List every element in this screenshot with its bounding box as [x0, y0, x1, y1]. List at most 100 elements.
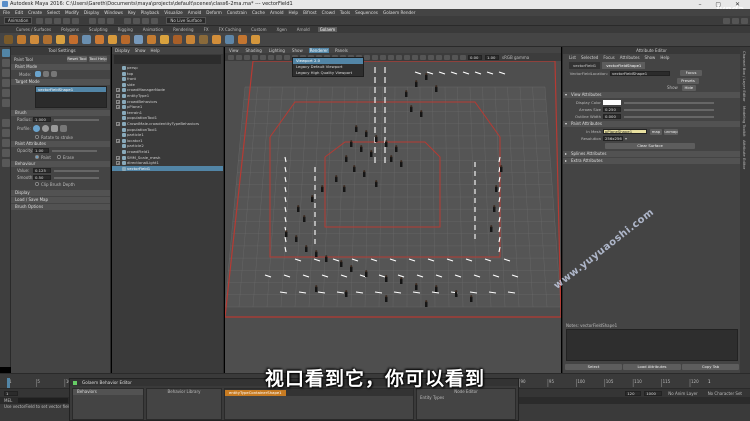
display-color-swatch[interactable]: [603, 100, 621, 105]
viewport-tool-icon[interactable]: [412, 54, 418, 60]
ae-menu-item[interactable]: List: [569, 55, 576, 60]
viewport-tool-icon[interactable]: [236, 54, 242, 60]
focus-button[interactable]: Focus: [680, 70, 702, 76]
viewport-menu-item[interactable]: View: [228, 48, 240, 53]
shelf-tool-icon[interactable]: [95, 35, 104, 44]
smooth-field[interactable]: 0.50: [33, 175, 51, 180]
viewport-menu-item[interactable]: Renderer: [308, 47, 329, 53]
arrows-size-field[interactable]: 0.250: [603, 107, 621, 112]
notes-field[interactable]: [566, 329, 738, 361]
shelf-tool-icon[interactable]: [199, 35, 208, 44]
side-tab[interactable]: Attribute Editor: [742, 140, 747, 169]
ae-tab[interactable]: vectorFieldShape1: [602, 61, 646, 69]
shelf-tool-icon[interactable]: [173, 35, 182, 44]
anim-end-field[interactable]: 1000: [644, 390, 663, 396]
shelf-tab[interactable]: Sculpting: [87, 27, 110, 32]
paint-select-icon[interactable]: [1, 69, 10, 77]
snap-point-icon[interactable]: [142, 17, 150, 24]
shelf-tab[interactable]: Arnold: [295, 27, 312, 32]
shelf-tab[interactable]: Curves / Surfaces: [14, 27, 53, 32]
ipr-icon[interactable]: [732, 17, 739, 24]
viewport-tool-icon[interactable]: [420, 54, 426, 60]
ae-menu-item[interactable]: Show: [645, 55, 656, 60]
shelf-tab[interactable]: Golaem: [317, 27, 338, 32]
outliner-menu-item[interactable]: Help: [151, 48, 160, 53]
shelf-tool-icon[interactable]: [186, 35, 195, 44]
shelf-tool-icon[interactable]: [160, 35, 169, 44]
brush-profile-icon[interactable]: [60, 125, 67, 132]
menu-item[interactable]: Cache: [252, 10, 265, 15]
extra-section[interactable]: Extra Attributes: [563, 158, 740, 164]
menu-item[interactable]: Display: [84, 10, 99, 15]
live-surface-field[interactable]: No Live Surface: [166, 17, 206, 24]
reset-tool-button[interactable]: Reset Tool: [67, 56, 87, 62]
expand-icon[interactable]: +: [116, 88, 120, 93]
undo-icon[interactable]: [63, 17, 71, 24]
script-language[interactable]: MEL: [4, 398, 18, 403]
tool-help-button[interactable]: Tool Help: [89, 56, 107, 62]
unmap-button[interactable]: unmap: [664, 128, 678, 135]
outline-width-slider[interactable]: [624, 115, 714, 118]
target-item[interactable]: vectorFieldShape1: [36, 87, 106, 92]
menu-item[interactable]: Edit: [15, 10, 23, 15]
viewport-tool-icon[interactable]: [244, 54, 250, 60]
menu-item[interactable]: File: [3, 10, 10, 15]
select-hierarchy-icon[interactable]: [89, 17, 97, 24]
node-field[interactable]: vectorFieldShape1: [610, 70, 670, 76]
viewport-tool-icon[interactable]: [284, 54, 290, 60]
ae-menu-item[interactable]: Help: [660, 55, 669, 60]
expand-icon[interactable]: +: [116, 105, 120, 110]
viewport-tool-icon[interactable]: [404, 54, 410, 60]
lasso-tool-icon[interactable]: [1, 59, 10, 67]
view-attributes-section[interactable]: View Attributes: [563, 92, 740, 98]
value-field[interactable]: 0.125: [33, 168, 51, 173]
shelf-tool-icon[interactable]: [225, 35, 234, 44]
viewport-tool-icon[interactable]: [452, 54, 458, 60]
side-tab[interactable]: Modeling Toolkit: [742, 106, 747, 137]
opacity-field[interactable]: 1.00: [33, 148, 49, 153]
shelf-tab[interactable]: FX: [202, 27, 211, 32]
snap-curve-icon[interactable]: [133, 17, 141, 24]
viewport-tool-icon[interactable]: [268, 54, 274, 60]
shelf-tab[interactable]: Xgen: [274, 27, 288, 32]
menu-item[interactable]: Constrain: [227, 10, 247, 15]
side-tab[interactable]: Channel Box / Layer Editor: [742, 51, 747, 102]
expand-icon[interactable]: +: [116, 155, 120, 160]
radius-field[interactable]: 1.000: [33, 117, 51, 122]
menu-item[interactable]: Windows: [104, 10, 123, 15]
in-mesh-field[interactable]: pPlaneShape1: [603, 129, 647, 134]
outliner-menu-item[interactable]: Display: [115, 48, 130, 53]
ae-menu-item[interactable]: Selected: [581, 55, 598, 60]
frame-field[interactable]: 0.00: [468, 54, 482, 60]
renderer-option[interactable]: Legacy High Quality Viewport: [293, 70, 363, 76]
shelf-tool-icon[interactable]: [251, 35, 260, 44]
paint-radio[interactable]: [35, 155, 39, 159]
shelf-tool-icon[interactable]: [69, 35, 78, 44]
erase-radio[interactable]: [56, 155, 61, 159]
shelf-tab[interactable]: Animation: [141, 27, 165, 32]
paint-mode-icon[interactable]: [35, 71, 41, 77]
range-end-field[interactable]: 120: [625, 390, 642, 396]
shelf-tab[interactable]: Rigging: [116, 27, 135, 32]
viewport[interactable]: View Shading Lighting Show Renderer Panels 0.…: [225, 47, 561, 373]
menu-item[interactable]: Help: [289, 10, 299, 15]
rotate-checkbox[interactable]: [35, 135, 39, 139]
expand-icon[interactable]: +: [116, 121, 120, 126]
render-settings-icon[interactable]: [741, 17, 748, 24]
presets-button[interactable]: Presets: [677, 77, 699, 84]
shelf-tool-icon[interactable]: [134, 35, 143, 44]
opacity-slider[interactable]: [52, 149, 97, 152]
shelf-tool-icon[interactable]: [4, 35, 13, 44]
shelf-tool-icon[interactable]: [108, 35, 117, 44]
menu-item[interactable]: Arnold: [270, 10, 284, 15]
single-view-icon[interactable]: [1, 119, 10, 127]
open-scene-icon[interactable]: [45, 17, 53, 24]
select-component-icon[interactable]: [107, 17, 115, 24]
menu-item[interactable]: Playback: [141, 10, 160, 15]
map-button[interactable]: map: [650, 128, 662, 135]
new-scene-icon[interactable]: [36, 17, 44, 24]
redo-icon[interactable]: [72, 17, 80, 24]
smooth-slider[interactable]: [54, 176, 99, 179]
viewport-menu-item[interactable]: Show: [291, 48, 304, 53]
expand-icon[interactable]: +: [116, 93, 120, 98]
